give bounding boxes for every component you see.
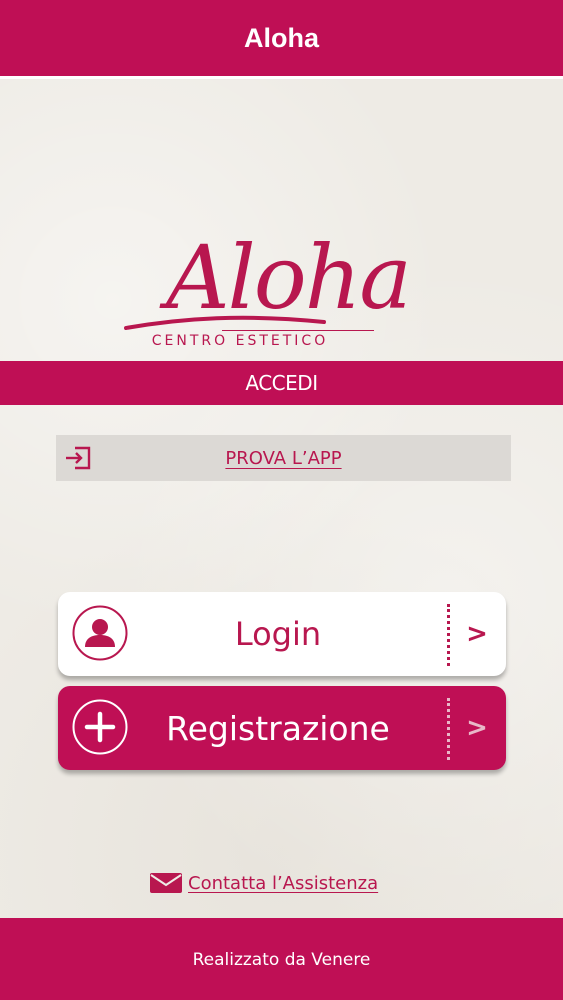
chevron-right-icon: > bbox=[466, 713, 488, 743]
prova-app-label: PROVA L’APP bbox=[225, 447, 342, 469]
contact-support-link[interactable]: Contatta l’Assistenza bbox=[150, 866, 410, 900]
chevron-right-icon: > bbox=[466, 619, 488, 649]
prova-app-button[interactable]: PROVA L’APP bbox=[56, 435, 511, 481]
logo-subtitle: CENTRO ESTETICO bbox=[151, 333, 329, 349]
page-title: Aloha bbox=[243, 22, 319, 53]
background bbox=[0, 0, 563, 1000]
logo-wordmark: Aloha bbox=[166, 226, 412, 329]
sign-in-icon bbox=[66, 446, 91, 470]
plus-icon bbox=[72, 699, 128, 755]
footer: Realizzato da Venere bbox=[0, 918, 563, 1000]
register-divider bbox=[447, 698, 450, 760]
contact-support-label: Contatta l’Assistenza bbox=[188, 872, 379, 894]
accedi-label: ACCEDI bbox=[245, 371, 318, 395]
mail-icon bbox=[150, 873, 182, 893]
login-button[interactable]: Login > bbox=[58, 592, 506, 676]
login-label: Login bbox=[234, 615, 322, 653]
login-divider bbox=[447, 604, 450, 666]
logo-rule bbox=[222, 330, 374, 331]
register-button[interactable]: Registrazione > bbox=[58, 686, 506, 770]
app-header: Aloha bbox=[0, 0, 563, 79]
accedi-section-header: ACCEDI bbox=[0, 361, 563, 405]
user-icon bbox=[72, 605, 128, 661]
footer-credit: Realizzato da Venere bbox=[192, 950, 371, 970]
register-label: Registrazione bbox=[166, 708, 390, 748]
